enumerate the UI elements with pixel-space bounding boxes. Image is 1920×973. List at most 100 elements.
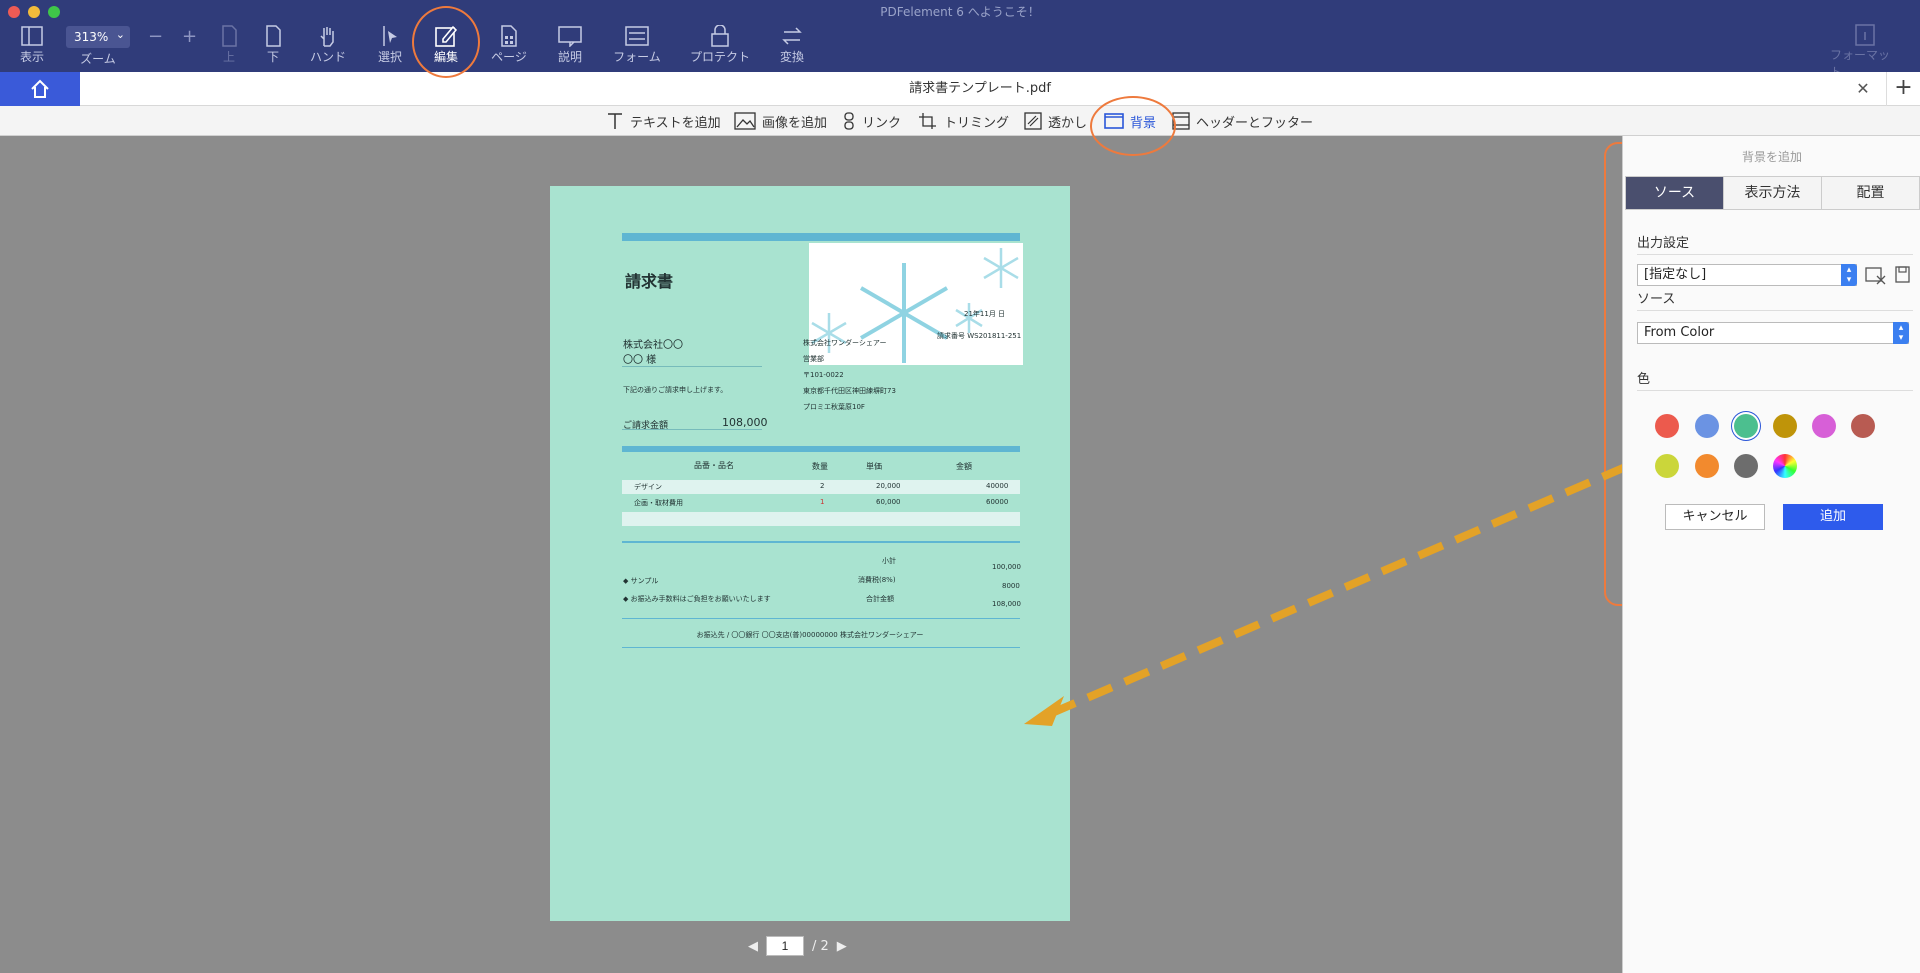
- convert-label: 変換: [779, 50, 804, 64]
- tab-position[interactable]: 配置: [1822, 177, 1920, 209]
- header-footer-label: ヘッダーとフッター: [1196, 115, 1314, 131]
- output-settings-select[interactable]: [指定なし] ▴ ▾: [1637, 264, 1857, 286]
- form-icon: [625, 24, 649, 48]
- output-settings-label: 出力設定: [1637, 236, 1690, 251]
- page-total: / 2: [812, 938, 829, 954]
- pager: ◀ / 2 ▶: [748, 936, 847, 956]
- divider: [1637, 254, 1913, 255]
- source-value: From Color: [1644, 325, 1715, 340]
- page-down-button[interactable]: 下: [258, 24, 288, 70]
- page-icon: [500, 24, 518, 48]
- protect-label: プロテクト: [689, 50, 750, 64]
- edit-toolbar: テキストを追加 画像を追加 リンク トリミング 透かし 背景 ヘッダーとフッター: [0, 106, 1920, 136]
- prev-page-button[interactable]: ◀: [748, 939, 758, 954]
- page-up-button[interactable]: 上: [214, 24, 244, 70]
- main-toolbar: PDFelement 6 へようこそ！ 表示 313% ⌄ ズーム − + 上 下…: [0, 0, 1920, 79]
- page-number-input[interactable]: [766, 936, 804, 956]
- info-icon: [1855, 24, 1875, 46]
- document-canvas[interactable]: 21年11月 日 請求番号 WS201811-251 請求書 株式会社〇〇 〇〇…: [0, 96, 1914, 973]
- view-button[interactable]: 表示: [14, 24, 50, 70]
- color-swatch-orange[interactable]: [1695, 454, 1719, 478]
- save-preset-icon[interactable]: [1895, 265, 1911, 285]
- zoom-select[interactable]: 313% ⌄: [66, 26, 130, 48]
- page-button[interactable]: ページ: [488, 24, 530, 70]
- hand-button[interactable]: ハンド: [306, 24, 350, 70]
- tab-appearance[interactable]: 表示方法: [1724, 177, 1822, 209]
- zoom-label: ズーム: [80, 52, 116, 66]
- header-footer-button[interactable]: ヘッダーとフッター: [1172, 106, 1313, 136]
- source-label: ソース: [1637, 292, 1676, 307]
- zoom-in-button[interactable]: +: [182, 26, 197, 47]
- sidebar-icon: [21, 24, 43, 48]
- color-swatch-gray[interactable]: [1734, 454, 1758, 478]
- crop-icon: [919, 113, 936, 129]
- hand-icon: [318, 24, 338, 48]
- close-tab-button[interactable]: ✕: [1846, 72, 1880, 106]
- zoom-value: 313%: [74, 30, 109, 44]
- annotation-arrow: [1024, 431, 1702, 726]
- output-settings-value: [指定なし]: [1644, 267, 1707, 282]
- watermark-button[interactable]: 透かし: [1024, 106, 1087, 136]
- next-page-button[interactable]: ▶: [837, 939, 847, 954]
- comment-button[interactable]: 説明: [552, 24, 588, 70]
- panel-tabs: ソース 表示方法 配置: [1625, 176, 1920, 210]
- form-button[interactable]: フォーム: [610, 24, 664, 70]
- color-swatch-green[interactable]: [1734, 414, 1758, 438]
- new-tab-button[interactable]: +: [1886, 72, 1920, 106]
- link-label: リンク: [862, 115, 902, 131]
- divider: [1637, 390, 1913, 391]
- color-swatch-brown[interactable]: [1851, 414, 1875, 438]
- divider: [1637, 310, 1913, 311]
- convert-icon: [781, 24, 803, 48]
- zoom-out-button[interactable]: −: [148, 26, 163, 47]
- color-label: 色: [1637, 372, 1651, 387]
- document-tab-title[interactable]: 請求書テンプレート.pdf: [80, 72, 1880, 106]
- color-swatch-magenta[interactable]: [1812, 414, 1836, 438]
- watermark-icon: [1024, 112, 1042, 130]
- convert-button[interactable]: 変換: [774, 24, 810, 70]
- add-button[interactable]: 追加: [1783, 504, 1883, 530]
- background-panel: 背景を追加 ソース 表示方法 配置 出力設定 [指定なし] ▴ ▾ ソース Fro…: [1622, 136, 1920, 973]
- format-button[interactable]: フォーマット: [1830, 24, 1900, 79]
- add-text-label: テキストを追加: [630, 115, 721, 131]
- view-label: 表示: [19, 50, 44, 64]
- chevron-down-icon: ⌄: [115, 28, 125, 41]
- crop-label: トリミング: [944, 115, 1010, 131]
- comment-label: 説明: [557, 50, 582, 64]
- tab-source[interactable]: ソース: [1626, 177, 1724, 209]
- protect-button[interactable]: プロテクト: [686, 24, 754, 70]
- delete-preset-icon[interactable]: [1865, 265, 1887, 285]
- page-down-label: 下: [266, 50, 279, 64]
- form-label: フォーム: [613, 50, 661, 64]
- add-image-label: 画像を追加: [762, 115, 828, 131]
- home-icon: [31, 79, 49, 98]
- select-label: 選択: [377, 50, 402, 64]
- color-swatch-blue[interactable]: [1695, 414, 1719, 438]
- page-up-icon: [220, 24, 238, 48]
- hand-label: ハンド: [309, 50, 346, 64]
- color-swatch-red[interactable]: [1655, 414, 1679, 438]
- zoom-label-box: ズーム: [66, 50, 130, 70]
- select-button[interactable]: 選択: [370, 24, 410, 70]
- color-swatch-lime[interactable]: [1655, 454, 1679, 478]
- document-tab-bar: 請求書テンプレート.pdf ✕ +: [0, 72, 1920, 106]
- color-swatch-gold[interactable]: [1773, 414, 1797, 438]
- crop-button[interactable]: トリミング: [918, 106, 1009, 136]
- text-icon: [608, 113, 622, 129]
- cancel-button[interactable]: キャンセル: [1665, 504, 1765, 530]
- source-select[interactable]: From Color ▴ ▾: [1637, 322, 1909, 344]
- watermark-label: 透かし: [1048, 115, 1088, 131]
- cursor-icon: [380, 24, 400, 48]
- app-title: PDFelement 6 へようこそ！: [880, 5, 1040, 19]
- lock-icon: [710, 24, 730, 48]
- color-picker-wheel[interactable]: [1773, 454, 1797, 478]
- panel-title: 背景を追加: [1741, 150, 1802, 164]
- select-arrows-icon: ▴ ▾: [1893, 322, 1909, 344]
- home-tab[interactable]: [0, 72, 80, 106]
- add-text-button[interactable]: テキストを追加: [606, 106, 721, 136]
- link-button[interactable]: リンク: [842, 106, 901, 136]
- page-label: ページ: [491, 50, 527, 64]
- comment-icon: [558, 24, 582, 48]
- page-down-icon: [264, 24, 282, 48]
- add-image-button[interactable]: 画像を追加: [734, 106, 827, 136]
